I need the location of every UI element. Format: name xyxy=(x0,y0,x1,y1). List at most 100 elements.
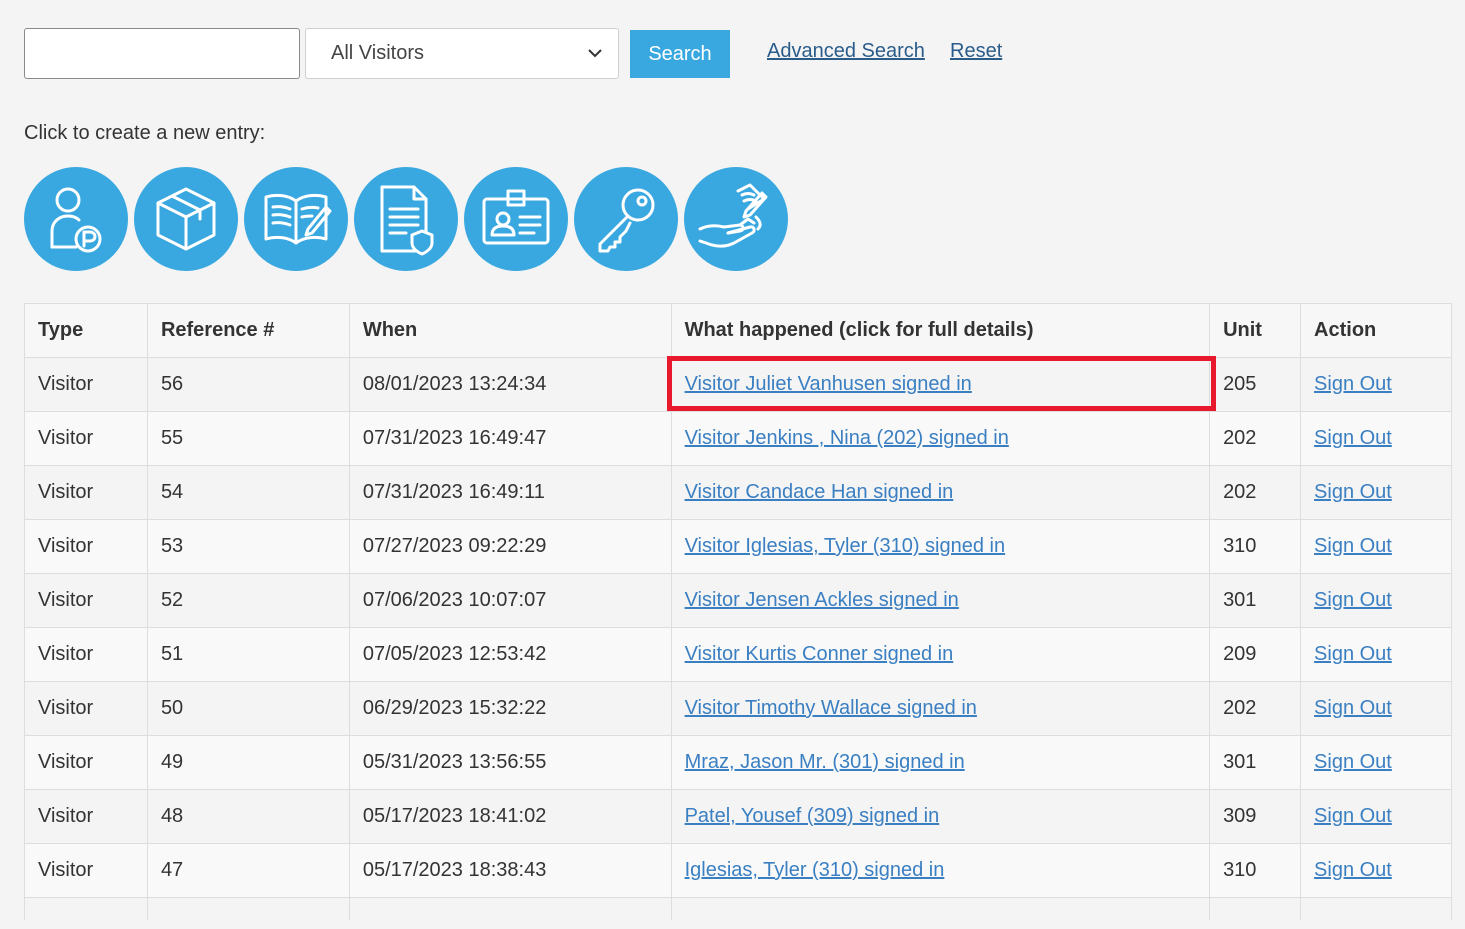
create-entry-icons xyxy=(24,167,788,271)
cell-what-happened: Visitor Iglesias, Tyler (310) signed in xyxy=(670,519,1211,574)
sign-out-link[interactable]: Sign Out xyxy=(1314,859,1392,881)
details-link[interactable]: Visitor Timothy Wallace signed in xyxy=(685,697,977,719)
log-table: Type Reference # When What happened (cli… xyxy=(24,303,1452,920)
sign-out-link[interactable]: Sign Out xyxy=(1314,373,1392,395)
cell-action: Sign Out xyxy=(1300,357,1452,412)
cell-type: Visitor xyxy=(24,843,148,898)
cell-unit: 205 xyxy=(1209,357,1302,412)
cell-reference: 55 xyxy=(146,411,350,466)
cell-what-happened: Visitor Candace Han signed in xyxy=(670,465,1211,520)
cell-when: 07/27/2023 09:22:29 xyxy=(348,519,672,574)
sign-out-link[interactable]: Sign Out xyxy=(1314,589,1392,611)
cell-when: 07/31/2023 16:49:47 xyxy=(348,411,672,466)
details-link[interactable]: Visitor Kurtis Conner signed in xyxy=(685,643,954,665)
cell-what-happened: Visitor Timothy Wallace signed in xyxy=(670,681,1211,736)
table-row: Visitor 51 07/05/2023 12:53:42 Visitor K… xyxy=(24,627,1452,682)
details-link[interactable]: Visitor Jensen Ackles signed in xyxy=(685,589,959,611)
table-row: Visitor 54 07/31/2023 16:49:11 Visitor C… xyxy=(24,465,1452,520)
id-badge-icon[interactable] xyxy=(464,167,568,271)
cell-action: Sign Out xyxy=(1300,627,1452,682)
table-row: Visitor 50 06/29/2023 15:32:22 Visitor T… xyxy=(24,681,1452,736)
header-reference: Reference # xyxy=(146,303,350,358)
cell-reference: 53 xyxy=(146,519,350,574)
search-button[interactable]: Search xyxy=(630,30,730,78)
details-link[interactable]: Visitor Juliet Vanhusen signed in xyxy=(685,373,972,395)
cell-type: Visitor xyxy=(24,789,148,844)
cell-when: 05/17/2023 18:38:43 xyxy=(348,843,672,898)
cell-action: Sign Out xyxy=(1300,519,1452,574)
chevron-down-icon xyxy=(588,47,602,61)
cell-type: Visitor xyxy=(24,735,148,790)
details-link[interactable]: Iglesias, Tyler (310) signed in xyxy=(685,859,945,881)
cell-type: Visitor xyxy=(24,627,148,682)
cell-unit: 310 xyxy=(1209,843,1302,898)
cell-when: 08/01/2023 13:24:34 xyxy=(348,357,672,412)
table-row: Visitor 52 07/06/2023 10:07:07 Visitor J… xyxy=(24,573,1452,628)
advanced-search-link[interactable]: Advanced Search xyxy=(767,40,925,63)
cell-reference: 51 xyxy=(146,627,350,682)
reset-link[interactable]: Reset xyxy=(950,40,1002,63)
cell-when: 05/31/2023 13:56:55 xyxy=(348,735,672,790)
cell-reference: 52 xyxy=(146,573,350,628)
cell-what-happened: Iglesias, Tyler (310) signed in xyxy=(670,843,1211,898)
document-shield-icon[interactable] xyxy=(354,167,458,271)
package-icon[interactable] xyxy=(134,167,238,271)
details-link[interactable]: Visitor Jenkins , Nina (202) signed in xyxy=(685,427,1009,449)
search-input[interactable] xyxy=(24,28,300,79)
cell-unit: 301 xyxy=(1209,573,1302,628)
cell-reference: 56 xyxy=(146,357,350,412)
cell-action: Sign Out xyxy=(1300,843,1452,898)
table-row: Visitor 55 07/31/2023 16:49:47 Visitor J… xyxy=(24,411,1452,466)
visitor-filter-select[interactable]: All Visitors xyxy=(305,28,619,79)
cell-type: Visitor xyxy=(24,357,148,412)
cell-when: 07/06/2023 10:07:07 xyxy=(348,573,672,628)
sign-out-link[interactable]: Sign Out xyxy=(1314,535,1392,557)
sign-out-link[interactable]: Sign Out xyxy=(1314,805,1392,827)
cell-reference: 49 xyxy=(146,735,350,790)
filter-selected-value: All Visitors xyxy=(331,42,424,64)
table-row: Visitor 56 08/01/2023 13:24:34 Visitor J… xyxy=(24,357,1452,412)
key-icon[interactable] xyxy=(574,167,678,271)
cell-type: Visitor xyxy=(24,411,148,466)
cell-what-happened: Patel, Yousef (309) signed in xyxy=(670,789,1211,844)
cell-type: Visitor xyxy=(24,681,148,736)
cell-type: Visitor xyxy=(24,465,148,520)
cell-when: 06/29/2023 15:32:22 xyxy=(348,681,672,736)
visitor-log-page: All Visitors Search Advanced Search Rese… xyxy=(0,0,1465,929)
sign-out-link[interactable]: Sign Out xyxy=(1314,643,1392,665)
cell-unit: 309 xyxy=(1209,789,1302,844)
cell-when: 07/31/2023 16:49:11 xyxy=(348,465,672,520)
table-header-row: Type Reference # When What happened (cli… xyxy=(24,303,1452,358)
header-action: Action xyxy=(1300,303,1452,358)
logbook-icon[interactable] xyxy=(244,167,348,271)
table-row: Visitor 48 05/17/2023 18:41:02 Patel, Yo… xyxy=(24,789,1452,844)
cell-action: Sign Out xyxy=(1300,573,1452,628)
cell-what-happened: Visitor Jenkins , Nina (202) signed in xyxy=(670,411,1211,466)
cell-what-happened: Visitor Juliet Vanhusen signed in xyxy=(670,357,1211,412)
table-row: Visitor 47 05/17/2023 18:38:43 Iglesias,… xyxy=(24,843,1452,898)
cell-reference: 54 xyxy=(146,465,350,520)
cell-type: Visitor xyxy=(24,519,148,574)
cell-reference: 47 xyxy=(146,843,350,898)
cell-action: Sign Out xyxy=(1300,681,1452,736)
details-link[interactable]: Mraz, Jason Mr. (301) signed in xyxy=(685,751,965,773)
sign-out-link[interactable]: Sign Out xyxy=(1314,427,1392,449)
table-row-partial xyxy=(24,897,1452,920)
header-what-happened: What happened (click for full details) xyxy=(670,303,1211,358)
visitor-parking-icon[interactable] xyxy=(24,167,128,271)
cell-when: 07/05/2023 12:53:42 xyxy=(348,627,672,682)
sign-out-link[interactable]: Sign Out xyxy=(1314,751,1392,773)
table-row: Visitor 53 07/27/2023 09:22:29 Visitor I… xyxy=(24,519,1452,574)
details-link[interactable]: Visitor Iglesias, Tyler (310) signed in xyxy=(685,535,1006,557)
cell-reference: 50 xyxy=(146,681,350,736)
sign-out-link[interactable]: Sign Out xyxy=(1314,697,1392,719)
details-link[interactable]: Patel, Yousef (309) signed in xyxy=(685,805,940,827)
header-when: When xyxy=(348,303,672,358)
cell-type: Visitor xyxy=(24,573,148,628)
details-link[interactable]: Visitor Candace Han signed in xyxy=(685,481,954,503)
header-unit: Unit xyxy=(1209,303,1302,358)
signature-handoff-icon[interactable] xyxy=(684,167,788,271)
sign-out-link[interactable]: Sign Out xyxy=(1314,481,1392,503)
cell-unit: 202 xyxy=(1209,411,1302,466)
table-row: Visitor 49 05/31/2023 13:56:55 Mraz, Jas… xyxy=(24,735,1452,790)
